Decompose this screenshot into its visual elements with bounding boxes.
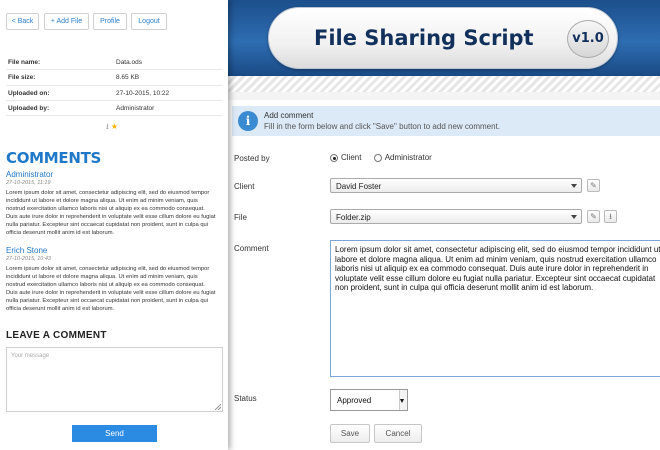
posted-by-radio-group: Client Administrator [330, 153, 442, 162]
file-detail-panel: < Back + Add File Profile Logout File na… [0, 0, 228, 450]
file-info-key: File name: [8, 59, 41, 66]
client-select-value: David Foster [336, 182, 382, 191]
message-textarea[interactable]: Your message [6, 347, 223, 412]
comment-textarea[interactable]: Lorem ipsum dolor sit amet, consectetur … [330, 240, 660, 377]
file-label: File [234, 213, 247, 222]
comment-author: Administrator [6, 170, 54, 179]
file-select-value: Folder.zip [336, 213, 371, 222]
posted-by-label: Posted by [234, 154, 270, 163]
file-info-row: Uploaded on: 27-10-2015, 10:22 [6, 86, 222, 101]
leave-comment-heading: LEAVE A COMMENT [6, 330, 107, 341]
file-actions: ⭳ ★ [106, 121, 120, 135]
comments-heading: COMMENTS [6, 149, 102, 167]
back-button[interactable]: < Back [6, 13, 39, 30]
pencil-icon: ✎ [590, 212, 597, 221]
file-info-value: Administrator [116, 104, 155, 112]
info-icon: i [238, 111, 258, 131]
app-logo: File Sharing Script v1.0 [268, 7, 618, 69]
edit-client-button[interactable]: ✎ [587, 179, 600, 192]
send-button[interactable]: Send [72, 425, 157, 442]
status-label: Status [234, 394, 257, 403]
version-badge: v1.0 [567, 20, 609, 58]
download-icon[interactable]: ⭳ [106, 122, 109, 131]
file-info-key: Uploaded by: [8, 104, 50, 112]
resize-handle-icon[interactable] [215, 404, 221, 410]
file-info-row: Uploaded by: Administrator [6, 101, 222, 117]
star-icon[interactable]: ★ [111, 122, 118, 131]
download-file-button[interactable]: ⭳ [604, 210, 617, 223]
file-info-key: File size: [8, 74, 36, 82]
info-title: Add comment [264, 111, 314, 120]
radio-administrator-label: Administrator [384, 153, 432, 163]
message-placeholder: Your message [11, 353, 50, 359]
file-select[interactable]: Folder.zip [330, 209, 582, 224]
file-info-row: File name: Data.ods [6, 55, 222, 71]
file-info-value: 27-10-2015, 10:22 [116, 89, 170, 97]
app-title: File Sharing Script [314, 26, 534, 50]
status-select[interactable]: Approved [330, 389, 408, 411]
chevron-down-icon [571, 184, 577, 188]
pencil-icon: ✎ [590, 181, 597, 190]
file-info-value: 8.65 KB [116, 74, 140, 82]
comment-date: 27-10-2015, 10:43 [6, 256, 51, 262]
status-select-value: Approved [337, 396, 372, 405]
comment-date: 27-10-2015, 11:19 [6, 180, 51, 186]
comment-label: Comment [234, 244, 269, 253]
info-bar: i Add comment Fill in the form below and… [232, 106, 660, 136]
save-button[interactable]: Save [330, 424, 370, 443]
client-select[interactable]: David Foster [330, 178, 582, 193]
file-info-key: Uploaded on: [8, 89, 50, 97]
info-text: Fill in the form below and click "Save" … [264, 122, 501, 131]
radio-client[interactable] [330, 153, 338, 162]
chevron-down-icon [571, 215, 577, 219]
profile-button[interactable]: Profile [93, 13, 127, 30]
file-info-value: Data.ods [116, 59, 143, 66]
chevron-down-icon [400, 399, 404, 403]
comment-text: Lorem ipsum dolor sit amet, consectetur … [6, 266, 216, 312]
comment-text: Lorem ipsum dolor sit amet, consectetur … [6, 190, 216, 236]
file-info-table: File name: Data.ods File size: 8.65 KB U… [6, 55, 222, 117]
download-icon: ⭳ [609, 212, 612, 221]
cancel-button[interactable]: Cancel [374, 424, 422, 443]
radio-administrator[interactable] [373, 153, 382, 162]
logout-button[interactable]: Logout [131, 13, 167, 30]
add-file-button[interactable]: + Add File [44, 13, 89, 30]
comment-author: Erich Stone [6, 246, 48, 255]
radio-client-label: Client [341, 153, 362, 163]
file-info-row: File size: 8.65 KB [6, 70, 222, 86]
edit-file-button[interactable]: ✎ [587, 210, 600, 223]
client-label: Client [234, 182, 255, 191]
